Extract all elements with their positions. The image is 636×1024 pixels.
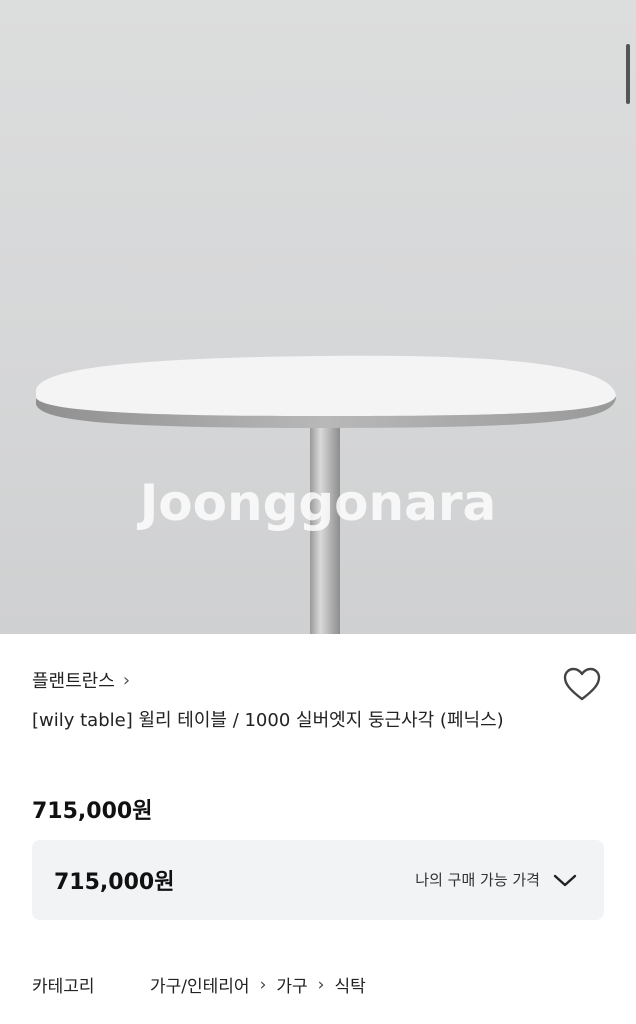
category-level-1[interactable]: 가구/인테리어 bbox=[150, 972, 250, 997]
category-level-2[interactable]: 가구 bbox=[276, 972, 307, 997]
chevron-right-icon: › bbox=[259, 974, 267, 995]
product-price: 715,000원 bbox=[32, 799, 153, 824]
seller-link[interactable]: 플랜트란스 › bbox=[32, 667, 130, 693]
heart-outline-icon[interactable] bbox=[562, 665, 602, 705]
category-row: 카테고리 가구/인테리어 › 가구 › 식탁 bbox=[32, 972, 366, 998]
watermark-text: Joonggonara bbox=[139, 474, 497, 532]
product-title: [wily table] 윌리 테이블 / 1000 실버엣지 둥근사각 (페닉… bbox=[32, 710, 504, 731]
box-price: 715,000원 bbox=[54, 870, 175, 895]
purchasable-price-box[interactable]: 715,000원 나의 구매 가능 가격 bbox=[32, 840, 604, 920]
product-image[interactable]: Joonggonara bbox=[0, 0, 636, 634]
table-photo bbox=[36, 355, 616, 634]
category-level-3[interactable]: 식탁 bbox=[334, 972, 365, 997]
chevron-right-icon: › bbox=[317, 974, 325, 995]
seller-name: 플랜트란스 bbox=[32, 671, 115, 692]
chevron-right-icon: › bbox=[122, 669, 131, 691]
category-breadcrumb: 가구/인테리어 › 가구 › 식탁 bbox=[150, 972, 366, 998]
purchasable-price-label: 나의 구매 가능 가격 bbox=[415, 871, 540, 889]
scrollbar[interactable] bbox=[626, 44, 630, 104]
category-label: 카테고리 bbox=[32, 977, 95, 997]
chevron-down-icon bbox=[553, 874, 577, 887]
